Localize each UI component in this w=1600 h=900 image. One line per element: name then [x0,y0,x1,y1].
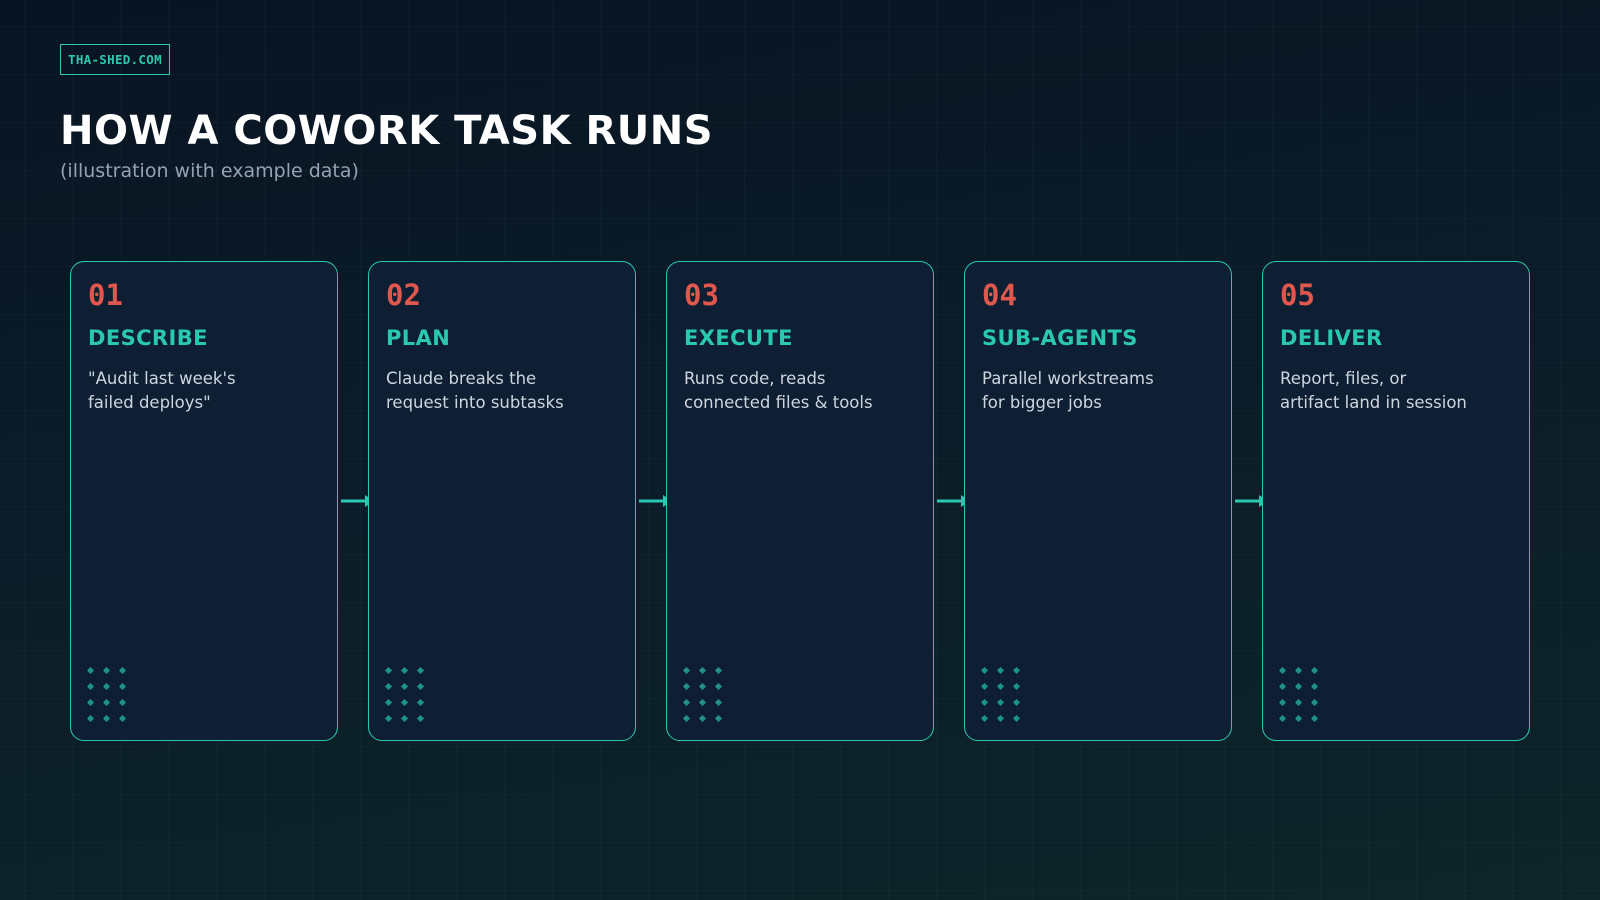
dot-grid-decoration [1278,666,1336,732]
decorative-dot [1294,698,1303,707]
decorative-dot [384,682,393,691]
decorative-dot [682,682,691,691]
decorative-dot [86,698,95,707]
step-title: DELIVER [1280,326,1383,350]
page-title: HOW A COWORK TASK RUNS [60,108,714,154]
step-title: SUB-AGENTS [982,326,1138,350]
decorative-dot [1012,714,1021,723]
decorative-dot [698,682,707,691]
dot-grid-decoration [682,666,740,732]
decorative-dot [996,666,1005,675]
decorative-dot [1278,714,1287,723]
step-card-describe: 01 DESCRIBE "Audit last week's failed de… [70,261,338,741]
decorative-dot [980,682,989,691]
decorative-dot [416,698,425,707]
decorative-dot [86,682,95,691]
decorative-dot [714,714,723,723]
brand-badge: THA-SHED.COM [60,44,170,75]
step-number: 01 [88,278,123,312]
decorative-dot [1294,666,1303,675]
step-card-deliver: 05 DELIVER Report, files, or artifact la… [1262,261,1530,741]
decorative-dot [980,714,989,723]
dot-grid-decoration [980,666,1038,732]
decorative-dot [1310,666,1319,675]
decorative-dot [1310,682,1319,691]
step-number: 04 [982,278,1017,312]
step-number: 02 [386,278,421,312]
decorative-dot [980,698,989,707]
decorative-dot [416,666,425,675]
decorative-dot [698,666,707,675]
decorative-dot [682,698,691,707]
dot-grid-decoration [86,666,144,732]
decorative-dot [980,666,989,675]
decorative-dot [1278,666,1287,675]
decorative-dot [682,666,691,675]
decorative-dot [996,714,1005,723]
decorative-dot [102,714,111,723]
step-description: "Audit last week's failed deploys" [88,369,236,412]
decorative-dot [1294,682,1303,691]
decorative-dot [1012,666,1021,675]
decorative-dot [400,714,409,723]
decorative-dot [384,714,393,723]
step-description: Parallel workstreams for bigger jobs [982,369,1154,412]
decorative-dot [698,714,707,723]
decorative-dot [1310,698,1319,707]
step-card-plan: 02 PLAN Claude breaks the request into s… [368,261,636,741]
decorative-dot [1012,682,1021,691]
step-card-execute: 03 EXECUTE Runs code, reads connected fi… [666,261,934,741]
decorative-dot [118,666,127,675]
decorative-dot [1278,698,1287,707]
decorative-dot [118,698,127,707]
decorative-dot [400,682,409,691]
decorative-dot [682,714,691,723]
step-description: Claude breaks the request into subtasks [386,369,564,412]
step-description: Report, files, or artifact land in sessi… [1280,369,1467,412]
decorative-dot [86,714,95,723]
decorative-dot [714,698,723,707]
decorative-dot [1012,698,1021,707]
decorative-dot [102,666,111,675]
dot-grid-decoration [384,666,442,732]
decorative-dot [118,682,127,691]
decorative-dot [1278,682,1287,691]
step-title: DESCRIBE [88,326,208,350]
step-title: EXECUTE [684,326,793,350]
decorative-dot [1294,714,1303,723]
decorative-dot [102,698,111,707]
decorative-dot [102,682,111,691]
decorative-dot [714,682,723,691]
decorative-dot [400,666,409,675]
decorative-dot [714,666,723,675]
step-card-sub-agents: 04 SUB-AGENTS Parallel workstreams for b… [964,261,1232,741]
decorative-dot [996,698,1005,707]
decorative-dot [698,698,707,707]
decorative-dot [996,682,1005,691]
decorative-dot [86,666,95,675]
step-title: PLAN [386,326,451,350]
decorative-dot [384,666,393,675]
decorative-dot [118,714,127,723]
page-subtitle: (illustration with example data) [60,160,359,182]
decorative-dot [416,682,425,691]
decorative-dot [400,698,409,707]
decorative-dot [384,698,393,707]
decorative-dot [416,714,425,723]
decorative-dot [1310,714,1319,723]
step-number: 03 [684,278,719,312]
step-description: Runs code, reads connected files & tools [684,369,873,412]
step-number: 05 [1280,278,1315,312]
